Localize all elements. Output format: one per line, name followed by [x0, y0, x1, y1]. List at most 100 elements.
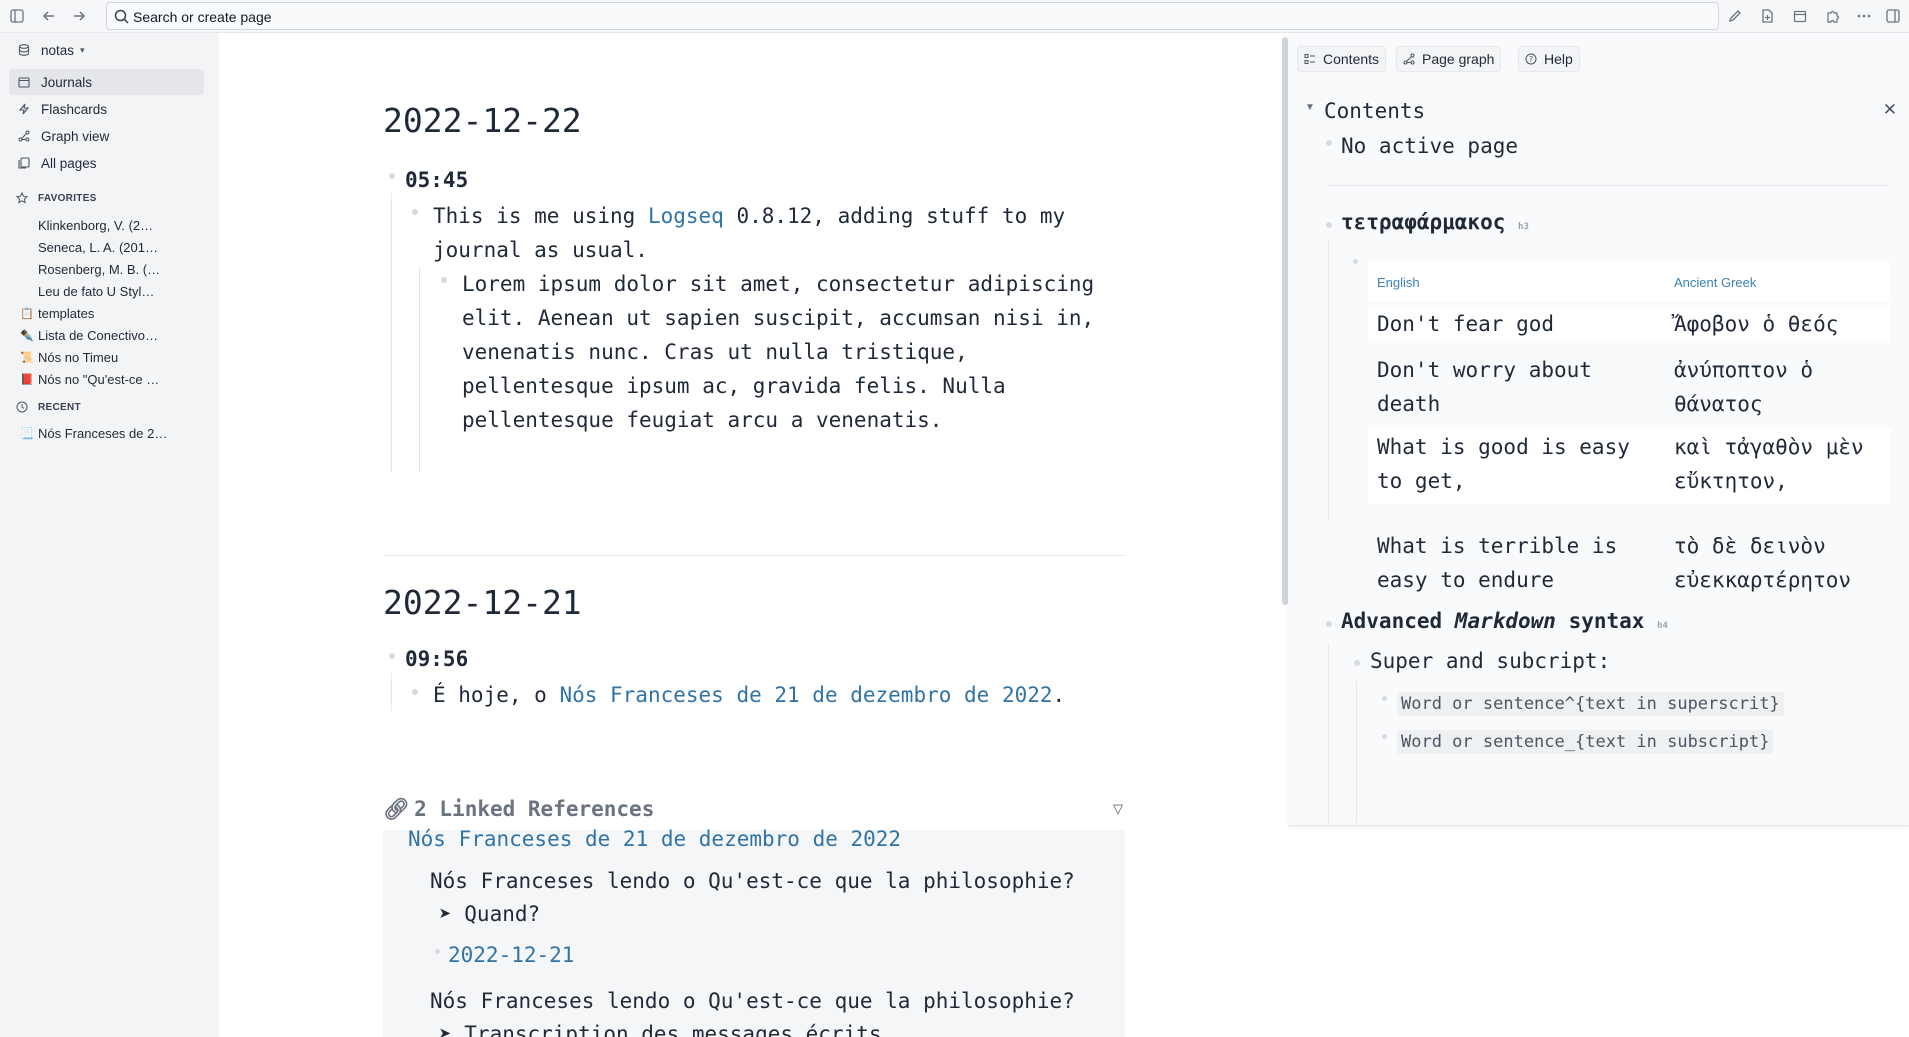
favorites-header[interactable]: FAVORITES — [16, 191, 97, 205]
sidebar-item-flashcards[interactable]: Flashcards — [9, 96, 204, 122]
favorite-item[interactable]: Klinkenborg, V. (2… — [20, 215, 200, 235]
reference-breadcrumb-child[interactable]: ➤ Transcription des messages écrits — [439, 1017, 882, 1037]
block-bullet[interactable] — [1326, 140, 1332, 146]
favorite-item[interactable]: 📋 templates — [20, 303, 200, 323]
favorite-emoji: 📕 — [20, 373, 34, 386]
block-bullet[interactable] — [389, 173, 395, 179]
block-bullet[interactable] — [1353, 259, 1358, 264]
text-segment: This is me using — [433, 204, 648, 228]
sidebar-item-label: Journals — [41, 74, 93, 90]
close-icon[interactable]: ✕ — [1883, 100, 1897, 120]
table-header-row — [1368, 263, 1891, 302]
contents-title[interactable]: Contents — [1324, 99, 1425, 123]
block-time[interactable]: 09:56 — [405, 642, 468, 676]
block-bullet[interactable] — [412, 209, 418, 215]
subheading[interactable]: Super and subcript: — [1370, 649, 1610, 673]
favorite-item[interactable]: Leu de fato U Styl… — [20, 281, 200, 301]
edit-icon[interactable] — [1726, 7, 1744, 25]
chevron-down-icon: ▾ — [80, 44, 85, 55]
recent-item[interactable]: 📃 Nós Franceses de 2… — [20, 423, 200, 443]
graph-selector[interactable]: notas ▾ — [9, 37, 204, 63]
lorem-line[interactable]: pellentesque feugiat arcu a venenatis. — [462, 403, 942, 437]
block-bullet[interactable] — [1326, 621, 1332, 627]
main-content: 2022-12-22 05:45 This is me using Logseq… — [219, 33, 1282, 1037]
table-cell: What is terrible is — [1377, 534, 1618, 558]
block-time[interactable]: 05:45 — [405, 163, 468, 197]
favorite-item[interactable]: 📜 Nós no Timeu — [20, 347, 200, 367]
heading-advanced-markdown[interactable]: Advanced Markdown syntax h4 — [1341, 609, 1668, 633]
reference-breadcrumb-child[interactable]: ➤ Quand? — [439, 897, 540, 931]
lorem-line[interactable]: pellentesque ipsum ac, gravida felis. Nu… — [462, 369, 1006, 403]
calendar-icon — [17, 75, 31, 89]
back-arrow-icon[interactable] — [40, 7, 58, 25]
link-icon: 🔗︎ — [383, 797, 410, 821]
recent-label: Nós Franceses de 2… — [38, 425, 168, 441]
sidebar-item-all-pages[interactable]: All pages — [9, 150, 204, 176]
table-cell: καὶ τἀγαθὸν μὲν — [1674, 435, 1864, 459]
recent-header[interactable]: RECENT — [16, 400, 81, 414]
graph-icon — [1403, 52, 1417, 66]
favorite-item[interactable]: Rosenberg, M. B. (… — [20, 259, 200, 279]
collapse-arrow-icon[interactable]: ▼ — [1305, 102, 1315, 113]
favorite-emoji: ✒️ — [20, 329, 34, 342]
favorite-item[interactable]: Seneca, L. A. (201… — [20, 237, 200, 257]
heading-tetrapharmakos[interactable]: τετραφάρμακος h3 — [1341, 210, 1529, 234]
lorem-line[interactable]: venenatis nunc. Cras ut nulla tristique, — [462, 335, 968, 369]
journal-title[interactable]: 2022-12-22 — [383, 101, 582, 140]
favorite-label: Nós no Timeu — [38, 349, 119, 365]
code-subscript[interactable]: Word or sentence_{text in subscript} — [1397, 730, 1774, 754]
block-bullet[interactable] — [435, 949, 440, 954]
block-bullet[interactable] — [441, 277, 447, 283]
block-text[interactable]: This is me using Logseq 0.8.12, adding s… — [433, 199, 1065, 233]
top-bar: Search or create page — [0, 0, 1909, 33]
favorite-emoji: 📋 — [20, 307, 34, 320]
lorem-line[interactable]: Lorem ipsum dolor sit amet, consectetur … — [462, 267, 1094, 301]
reference-breadcrumb[interactable]: Nós Franceses lendo o Qu'est-ce que la p… — [430, 864, 1075, 898]
table-header-english: English — [1377, 275, 1420, 290]
sidebar-item-journals[interactable]: Journals — [9, 69, 204, 95]
filter-icon[interactable]: ▽ — [1113, 801, 1123, 817]
thread-line — [391, 673, 392, 711]
block-bullet[interactable] — [389, 653, 395, 659]
forward-arrow-icon[interactable] — [70, 7, 88, 25]
text-segment: . — [1052, 683, 1066, 707]
block-bullet[interactable] — [412, 689, 418, 695]
block-bullet[interactable] — [1382, 734, 1387, 739]
favorite-item[interactable]: ✒️ Lista de Conectivo… — [20, 325, 200, 345]
block-text[interactable]: É hoje, o Nós Franceses de 21 de dezembr… — [433, 678, 1065, 712]
contents-icon — [1304, 52, 1318, 66]
block-bullet[interactable] — [1354, 660, 1360, 666]
calendar-icon[interactable] — [1791, 7, 1809, 25]
linked-references-header[interactable]: 🔗︎ 2 Linked References ▽ — [383, 797, 1125, 822]
tab-contents[interactable]: Contents — [1297, 46, 1387, 72]
search-input[interactable]: Search or create page — [106, 2, 1719, 30]
heading-text: Advanced — [1341, 609, 1455, 633]
tab-help[interactable]: ? Help — [1518, 46, 1580, 72]
block-text[interactable]: journal as usual. — [433, 233, 648, 267]
reference-page-link[interactable]: Nós Franceses de 21 de dezembro de 2022 — [408, 822, 901, 856]
code-superscript[interactable]: Word or sentence^{text in superscrit} — [1397, 692, 1784, 716]
puzzle-icon[interactable] — [1824, 7, 1842, 25]
favorite-item[interactable]: 📕 Nós no "Qu'est-ce … — [20, 369, 200, 389]
sidebar-item-graph-view[interactable]: Graph view — [9, 123, 204, 149]
reference-breadcrumb[interactable]: Nós Franceses lendo o Qu'est-ce que la p… — [430, 984, 1075, 1018]
tab-label: Help — [1544, 51, 1573, 67]
reference-date-link[interactable]: 2022-12-21 — [448, 938, 574, 972]
tab-page-graph[interactable]: Page graph — [1396, 46, 1502, 72]
lorem-line[interactable]: elit. Aenean ut sapien suscipit, accumsa… — [462, 301, 1094, 335]
new-page-icon[interactable] — [1758, 7, 1776, 25]
sidebar-item-label: Flashcards — [41, 101, 108, 117]
page-link[interactable]: Nós Franceses de 21 de dezembro de 2022 — [559, 683, 1052, 707]
bolt-icon — [17, 102, 31, 116]
text-segment: 0.8.12, adding stuff to my — [723, 204, 1066, 228]
journal-title[interactable]: 2022-12-21 — [383, 583, 582, 622]
table-cell: Don't fear god — [1377, 312, 1555, 336]
logseq-link[interactable]: Logseq — [648, 204, 724, 228]
sidebar-toggle-icon[interactable] — [8, 7, 26, 25]
block-bullet[interactable] — [1326, 222, 1332, 228]
block-bullet[interactable] — [1382, 696, 1387, 701]
more-icon[interactable] — [1855, 7, 1873, 25]
graph-icon — [17, 129, 31, 143]
heading-level-tag: h4 — [1657, 621, 1668, 631]
right-sidebar-icon[interactable] — [1884, 7, 1902, 25]
